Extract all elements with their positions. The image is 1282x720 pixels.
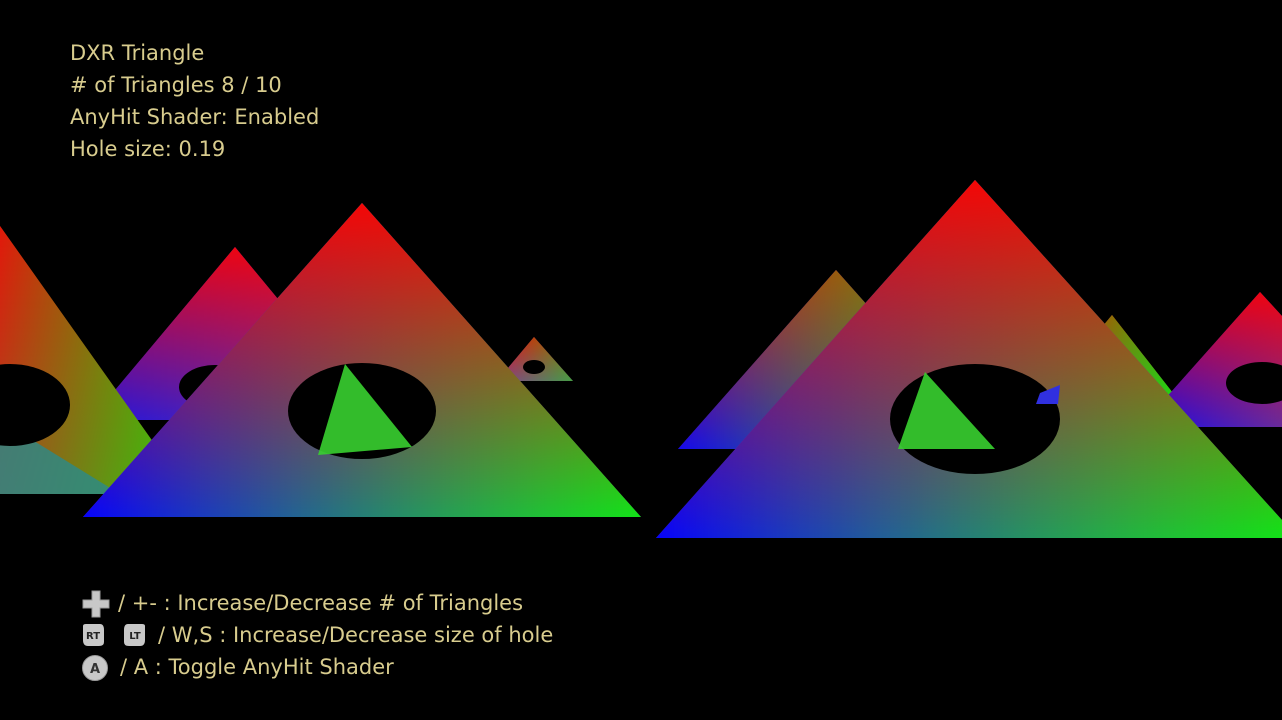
rt-trigger-icon: RT	[83, 624, 104, 646]
a-button-icon: A	[82, 655, 108, 681]
triangle-count-readout: # of Triangles 8 / 10	[70, 73, 282, 97]
triangle-front-right	[656, 180, 1282, 538]
dpad-icon	[82, 590, 110, 618]
lt-trigger-label: LT	[129, 631, 141, 642]
help-text-hole: / W,S : Increase/Decrease size of hole	[158, 623, 554, 647]
hole-size-readout: Hole size: 0.19	[70, 137, 226, 161]
help-text-triangles: / +- : Increase/Decrease # of Triangles	[118, 591, 524, 615]
lt-trigger-icon: LT	[124, 624, 145, 646]
help-text-anyhit: / A : Toggle AnyHit Shader	[120, 655, 394, 679]
rt-trigger-label: RT	[86, 631, 100, 642]
a-button-label: A	[90, 662, 100, 677]
render-viewport: DXR Triangle # of Triangles 8 / 10 AnyHi…	[0, 0, 1282, 720]
anyhit-status-readout: AnyHit Shader: Enabled	[70, 105, 320, 129]
demo-title: DXR Triangle	[70, 41, 205, 65]
